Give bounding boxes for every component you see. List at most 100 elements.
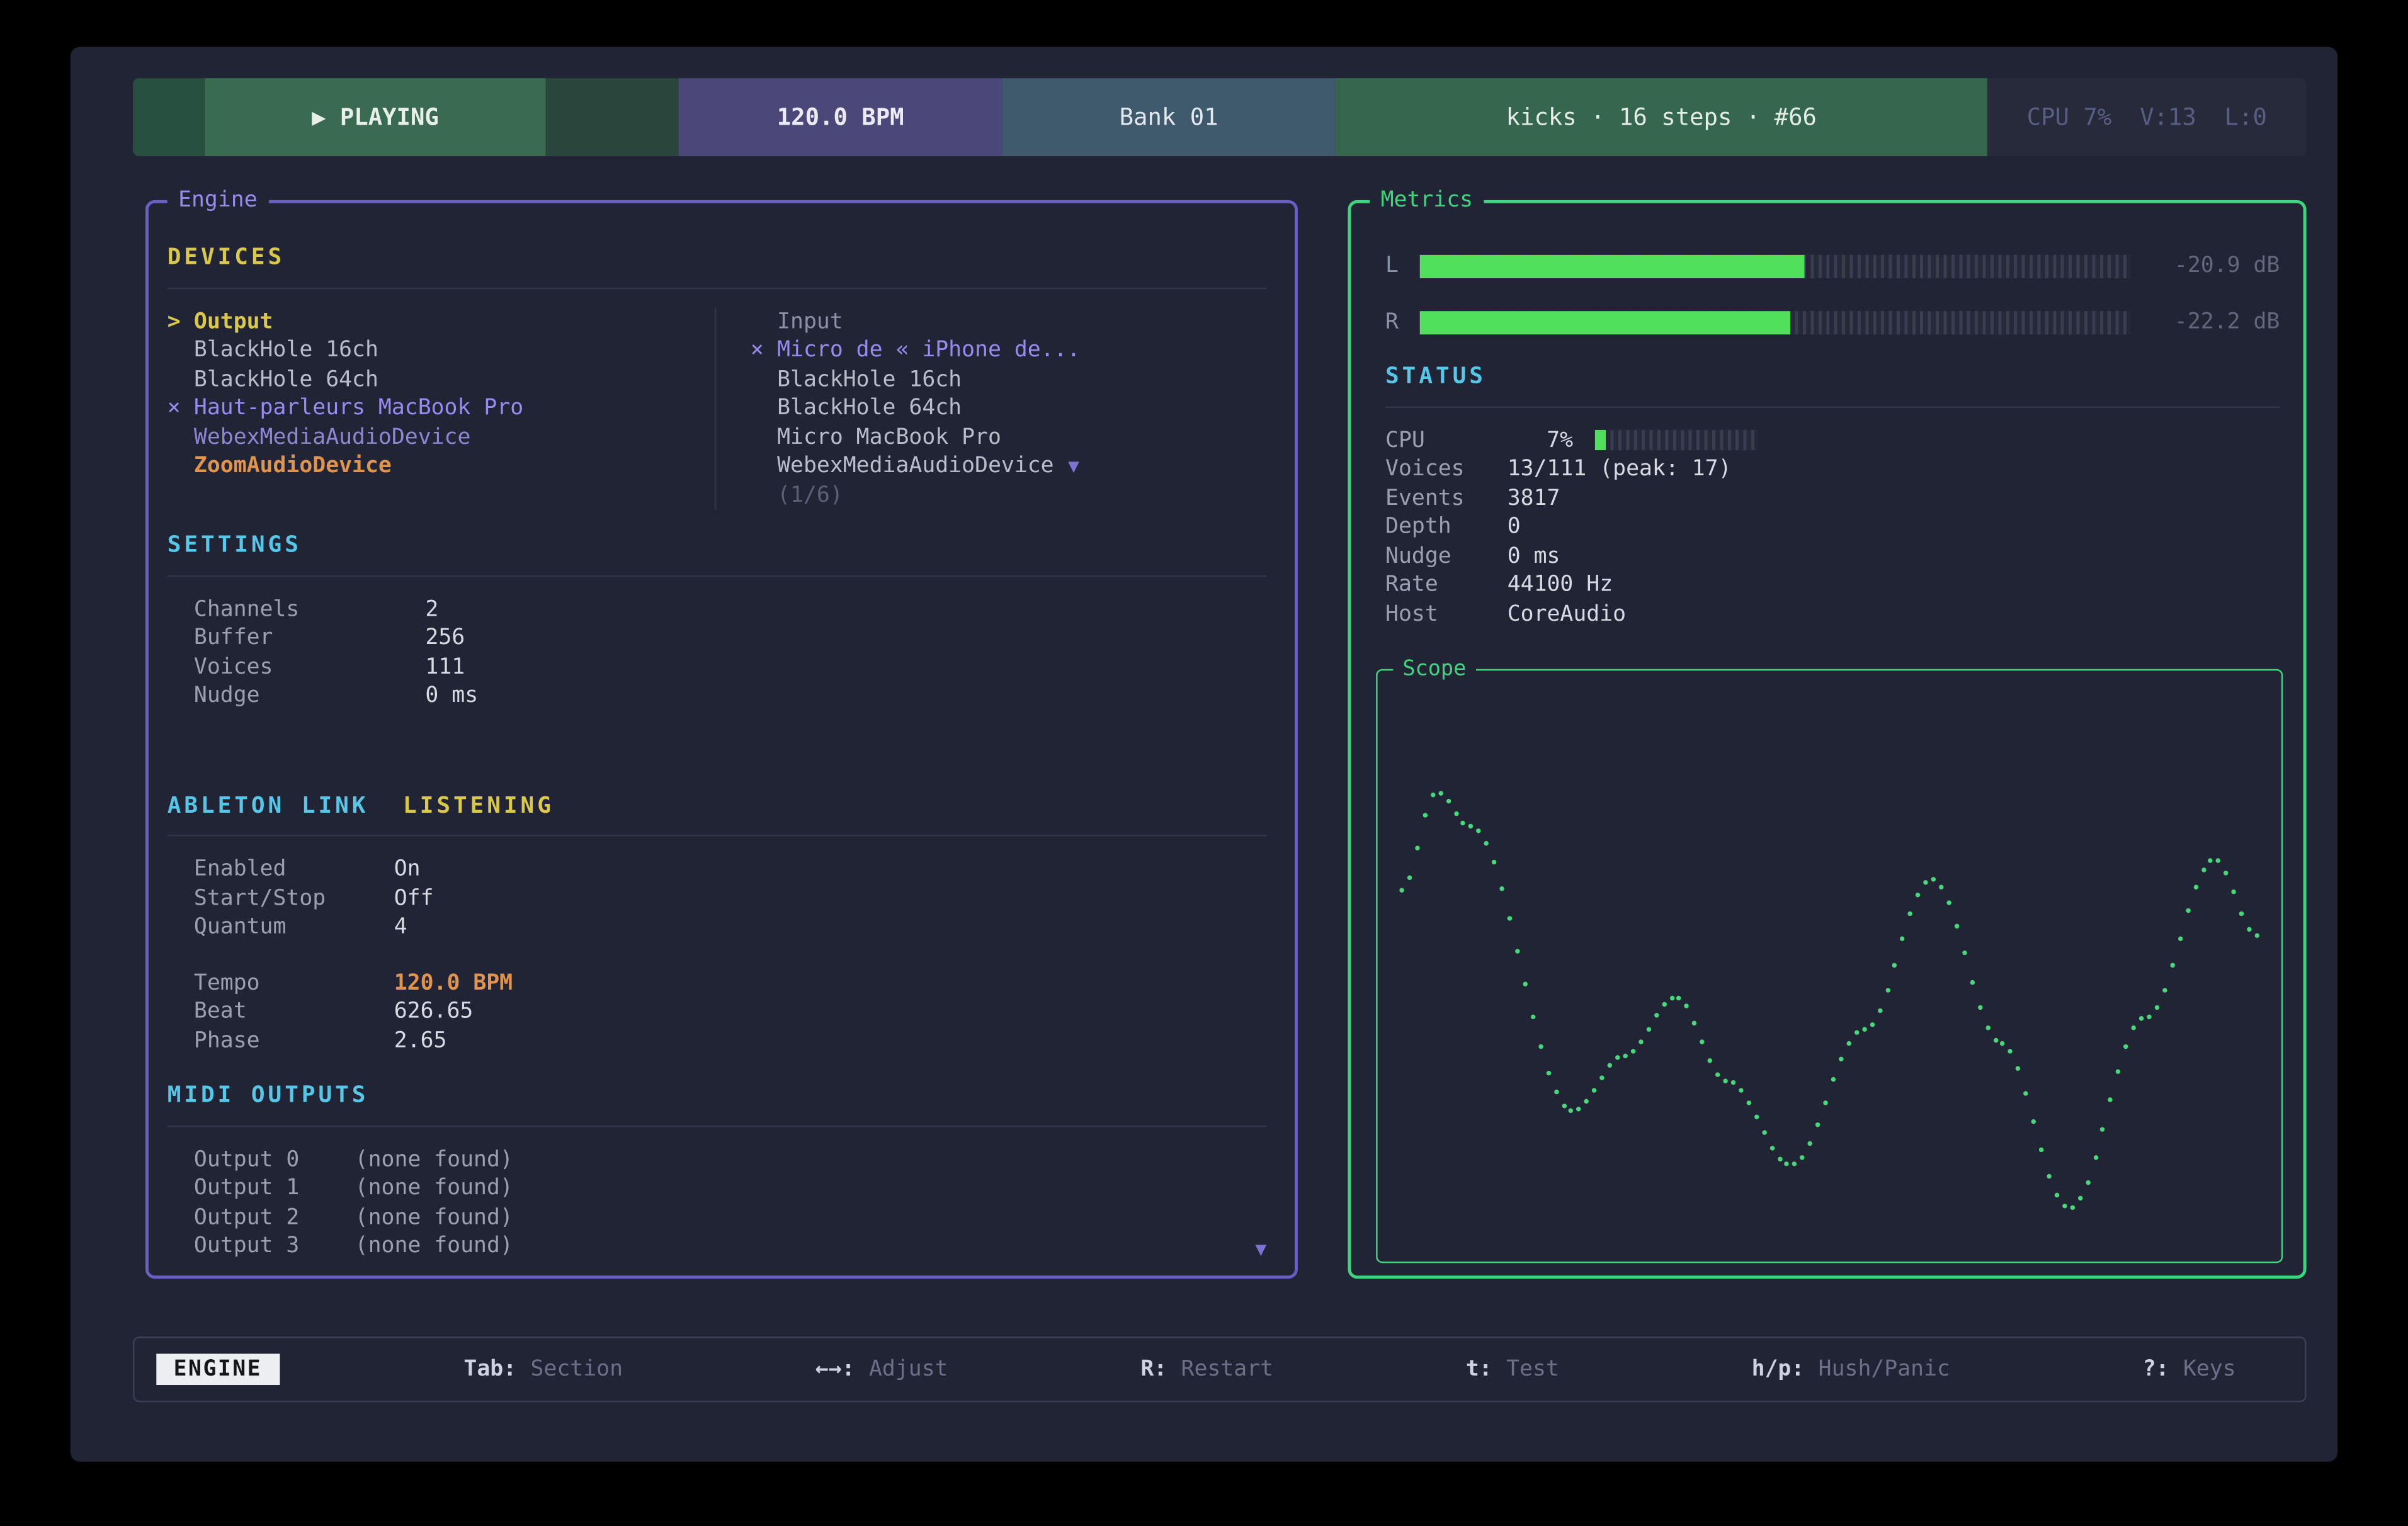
- device-item[interactable]: Micro MacBook Pro: [751, 423, 1266, 452]
- midi-outputs-heading: MIDI OUTPUTS: [168, 1082, 1267, 1111]
- midi-output-label: Output 2: [194, 1203, 355, 1232]
- device-item-active-input[interactable]: × Micro de « iPhone de...: [751, 336, 1266, 365]
- midi-output-row[interactable]: Output 3 (none found): [194, 1232, 1266, 1261]
- hint-label: Hush/Panic: [1819, 1357, 1950, 1382]
- scope-dot: [1546, 1070, 1550, 1075]
- device-item[interactable]: BlackHole 64ch: [168, 365, 715, 394]
- device-item-output[interactable]: > Output: [168, 307, 715, 336]
- transport-status[interactable]: ▶ PLAYING: [205, 78, 545, 156]
- scope-dot: [1908, 912, 1912, 916]
- tempo-label: Tempo: [194, 968, 394, 997]
- scope-dot: [1646, 1026, 1650, 1031]
- divider: [1385, 405, 2280, 407]
- scope-dot: [2116, 1069, 2120, 1073]
- device-name: BlackHole 64ch: [777, 394, 962, 423]
- scope-dot: [1608, 1063, 1612, 1068]
- setting-row-buffer[interactable]: Buffer 256: [194, 624, 1266, 653]
- engine-panel: Engine DEVICES > Output BlackHole 16ch: [145, 200, 1298, 1279]
- status-value: 44100 Hz: [1508, 570, 1613, 599]
- midi-output-row[interactable]: Output 1 (none found): [194, 1174, 1266, 1203]
- status-value: 13/111 (peak: 17): [1508, 455, 1732, 484]
- status-row-nudge: Nudge 0 ms: [1385, 541, 2280, 570]
- scope-dot: [1931, 877, 1936, 881]
- scope-dot: [2124, 1044, 2128, 1049]
- viewport: ▶ PLAYING 120.0 BPM Bank 01 kicks · 16 s…: [0, 0, 2408, 1526]
- scope-dot: [2016, 1066, 2020, 1070]
- scope-dot: [2055, 1194, 2059, 1198]
- scope-dot: [1800, 1155, 1805, 1159]
- scope-dot: [1407, 876, 1412, 880]
- midi-output-row[interactable]: Output 0 (none found): [194, 1145, 1266, 1174]
- hint-label: Adjust: [869, 1357, 948, 1382]
- device-item[interactable]: WebexMediaAudioDevice ▼: [751, 452, 1266, 481]
- scope-dot: [1870, 1022, 1874, 1027]
- column-label-text: Input: [777, 307, 843, 336]
- link-value: Off: [394, 884, 434, 913]
- bpm-display[interactable]: 120.0 BPM: [679, 78, 1002, 156]
- link-row-enabled[interactable]: Enabled On: [194, 855, 1266, 884]
- link-row-startstop[interactable]: Start/Stop Off: [194, 884, 1266, 913]
- cursor-icon: >: [168, 307, 194, 336]
- setting-row-channels[interactable]: Channels 2: [194, 595, 1266, 624]
- midi-output-value: (none found): [355, 1203, 516, 1232]
- scope-dot: [1508, 915, 1512, 920]
- column-divider: [715, 307, 716, 510]
- device-name: WebexMediaAudioDevice: [777, 452, 1054, 481]
- link-value: 4: [394, 913, 407, 942]
- link-value: On: [394, 855, 421, 884]
- divider: [168, 1125, 1267, 1126]
- scope-dot: [1661, 1002, 1666, 1006]
- active-mark-icon: ×: [168, 394, 194, 423]
- cpu-meter-fill: [1595, 430, 1606, 450]
- cpu-percent-value: 7%: [1508, 426, 1573, 455]
- scope-dot: [1423, 813, 1427, 818]
- scope-dot: [2031, 1119, 2036, 1123]
- setting-row-voices[interactable]: Voices 111: [194, 653, 1266, 682]
- scope-dot: [1561, 1104, 1565, 1108]
- hint-key: ←→:: [815, 1357, 855, 1382]
- pattern-display[interactable]: kicks · 16 steps · #66: [1336, 78, 1987, 156]
- device-name: BlackHole 64ch: [194, 365, 378, 394]
- dropdown-icon[interactable]: ▼: [1068, 452, 1079, 481]
- scope-dot: [1623, 1053, 1627, 1057]
- link-state-badge: LISTENING: [403, 792, 554, 821]
- hint-test: t:Test: [1466, 1355, 1559, 1384]
- scope-dot: [1862, 1027, 1866, 1032]
- scope-dot: [1523, 981, 1527, 986]
- setting-value: 111: [425, 653, 465, 682]
- device-item-active-output[interactable]: × Haut-parleurs MacBook Pro: [168, 394, 715, 423]
- link-row-quantum[interactable]: Quantum 4: [194, 913, 1266, 942]
- scope-dot: [2093, 1156, 2098, 1160]
- settings-heading: SETTINGS: [168, 531, 1267, 560]
- status-table: CPU 7% Voices 13/111 (peak: 17) Events 3…: [1385, 426, 2280, 629]
- scope-dot: [2232, 890, 2236, 895]
- device-name: Output: [194, 307, 273, 336]
- scope-dot: [2139, 1016, 2144, 1020]
- divider: [168, 287, 1267, 288]
- level-meter-right: R -22.2 dB: [1385, 307, 2280, 338]
- scope-dot: [2217, 859, 2221, 863]
- scope-dot: [1538, 1044, 1543, 1049]
- scope-dot: [1739, 1088, 1743, 1092]
- midi-output-value: (none found): [355, 1145, 516, 1174]
- device-item[interactable]: BlackHole 16ch: [168, 336, 715, 365]
- scope-dot: [1962, 951, 1967, 956]
- status-row-cpu: CPU 7%: [1385, 426, 2280, 455]
- scroll-down-icon[interactable]: ▼: [1255, 1234, 1266, 1263]
- scope-dot: [1438, 791, 1442, 796]
- device-item[interactable]: BlackHole 64ch: [751, 394, 1266, 423]
- play-icon: ▶: [312, 103, 326, 132]
- midi-output-row[interactable]: Output 2 (none found): [194, 1203, 1266, 1232]
- status-row-voices: Voices 13/111 (peak: 17): [1385, 455, 2280, 484]
- hint-restart: R:Restart: [1140, 1355, 1273, 1384]
- device-item[interactable]: BlackHole 16ch: [751, 365, 1266, 394]
- setting-row-nudge[interactable]: Nudge 0 ms: [194, 682, 1266, 711]
- tempo-row[interactable]: Tempo 120.0 BPM: [194, 968, 1266, 997]
- scope-dot: [1500, 886, 1504, 890]
- device-item[interactable]: WebexMediaAudioDevice: [168, 423, 715, 452]
- bank-display[interactable]: Bank 01: [1002, 78, 1336, 156]
- hint-label: Restart: [1181, 1357, 1274, 1382]
- scope-dot: [1761, 1131, 1766, 1135]
- status-heading: STATUS: [1385, 363, 2280, 392]
- device-item[interactable]: ZoomAudioDevice: [168, 452, 715, 481]
